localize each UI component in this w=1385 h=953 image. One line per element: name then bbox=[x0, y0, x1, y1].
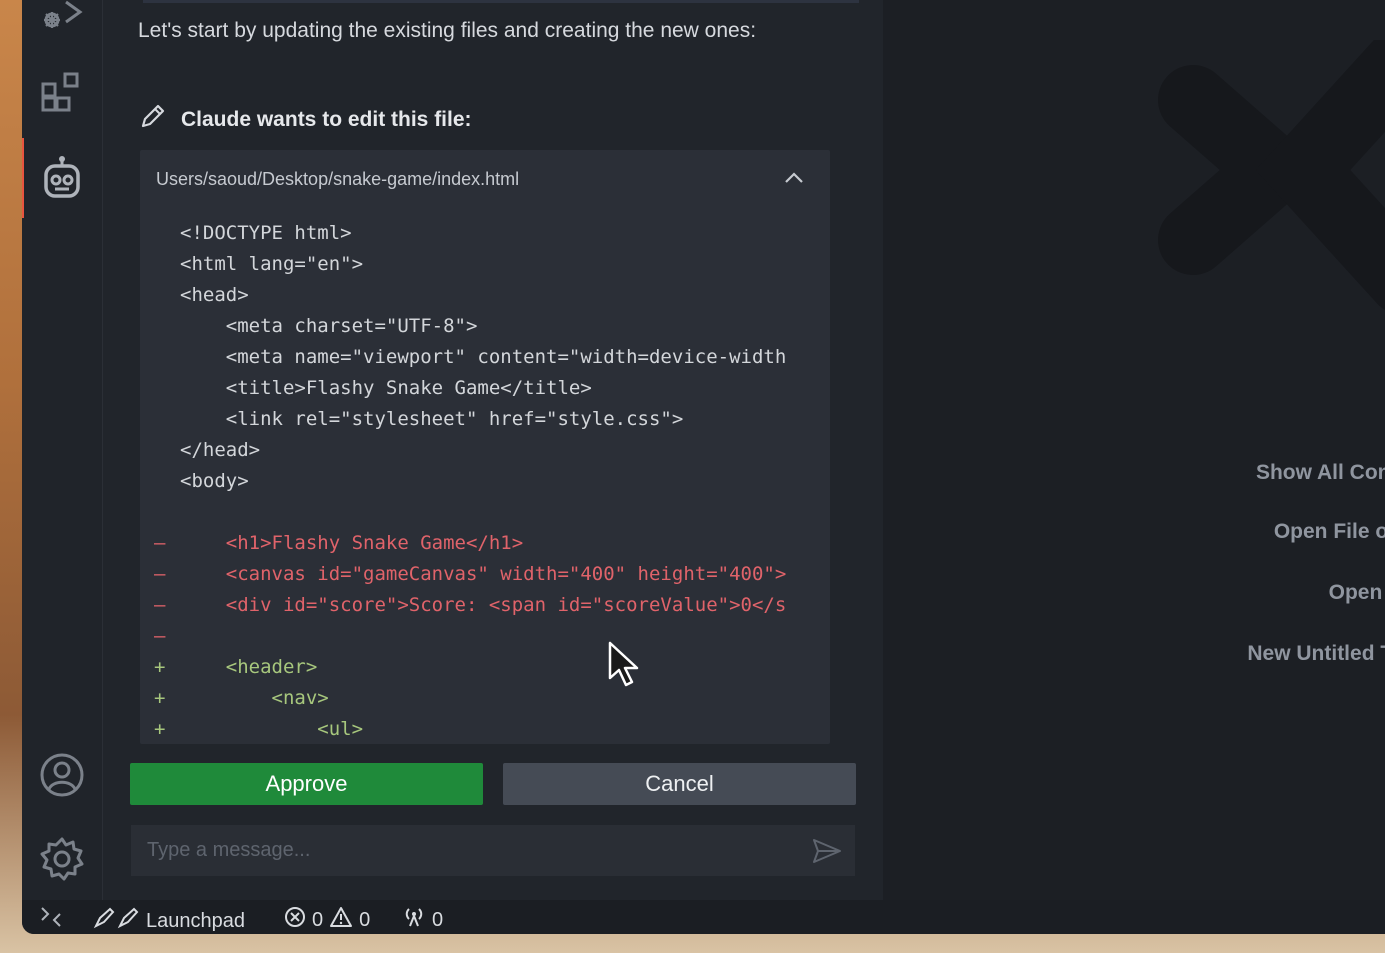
diff-marker: – bbox=[154, 563, 166, 585]
warning-count: 0 bbox=[359, 908, 371, 931]
file-path: Users/saoud/Desktop/snake-game/index.htm… bbox=[156, 169, 520, 189]
collapse-diff-button[interactable] bbox=[780, 166, 808, 190]
vscode-window: Let's start by updating the existing fil… bbox=[22, 0, 1385, 934]
diff-line-text: <meta name="viewport" content="width=dev… bbox=[180, 346, 787, 368]
diff-line-del: – <div id="score">Score: <span id="score… bbox=[140, 590, 830, 621]
diff-line-add: + <nav> bbox=[140, 683, 830, 714]
diff-line-ctx: <!DOCTYPE html> bbox=[140, 218, 830, 249]
diff-line-text: <meta charset="UTF-8"> bbox=[180, 315, 478, 337]
panel-divider bbox=[143, 0, 859, 3]
extensions-icon[interactable] bbox=[22, 70, 102, 116]
remote-icon bbox=[41, 907, 61, 927]
run-debug-icon[interactable] bbox=[22, 0, 102, 34]
diff-line-text: <canvas id="gameCanvas" width="400" heig… bbox=[180, 563, 787, 585]
ports-item[interactable]: 0 bbox=[402, 906, 443, 934]
mouse-cursor-icon bbox=[607, 640, 641, 693]
shortcut-open-file[interactable]: Open File or F bbox=[1274, 520, 1385, 544]
diff-line-text: <nav> bbox=[180, 687, 329, 709]
editor-empty-area: Show All Comm Open File or F Open Re New… bbox=[883, 0, 1385, 900]
send-button[interactable] bbox=[811, 836, 843, 866]
diff-line-ctx: <title>Flashy Snake Game</title> bbox=[140, 373, 830, 404]
diff-viewer[interactable]: Users/saoud/Desktop/snake-game/index.htm… bbox=[140, 150, 830, 744]
diff-line-add: + <ul> bbox=[140, 714, 830, 744]
diff-line-text: <ul> bbox=[180, 718, 364, 740]
pencil-icon bbox=[139, 104, 165, 136]
diff-line-text: <title>Flashy Snake Game</title> bbox=[180, 377, 592, 399]
warning-icon bbox=[329, 906, 353, 934]
diff-line-text: <h1>Flashy Snake Game</h1> bbox=[180, 532, 524, 554]
error-count: 0 bbox=[312, 908, 324, 931]
send-icon bbox=[813, 839, 841, 863]
launchpad-label: Launchpad bbox=[146, 909, 245, 932]
diff-line-text: <html lang="en"> bbox=[180, 253, 364, 275]
diff-line-text: <header> bbox=[180, 656, 318, 678]
assistant-message: Let's start by updating the existing fil… bbox=[138, 19, 757, 42]
chevron-up-icon bbox=[785, 172, 803, 183]
diff-line-ctx: <body> bbox=[140, 466, 830, 497]
diff-marker: – bbox=[154, 532, 166, 554]
diff-marker: + bbox=[154, 718, 166, 740]
ports-count: 0 bbox=[432, 908, 444, 931]
problems-item[interactable]: 0 0 bbox=[284, 906, 370, 934]
activity-bar bbox=[22, 0, 103, 900]
claude-robot-icon[interactable] bbox=[22, 154, 102, 200]
error-icon bbox=[284, 906, 306, 934]
gear-icon[interactable] bbox=[22, 836, 102, 882]
diff-line-ctx: </head> bbox=[140, 435, 830, 466]
rocket-icon bbox=[92, 906, 140, 934]
claude-chat-panel: Let's start by updating the existing fil… bbox=[103, 0, 901, 900]
diff-line-text: <head> bbox=[180, 284, 249, 306]
diff-line-ctx: <head> bbox=[140, 280, 830, 311]
vscode-watermark-icon bbox=[1153, 30, 1385, 325]
diff-marker: – bbox=[154, 594, 166, 616]
approve-button[interactable]: Approve bbox=[130, 763, 483, 805]
diff-line-del: – bbox=[140, 621, 830, 652]
edit-request-title: Claude wants to edit this file: bbox=[181, 108, 472, 131]
diff-line-text: <!DOCTYPE html> bbox=[180, 222, 352, 244]
diff-line-add: + <header> bbox=[140, 652, 830, 683]
diff-line-del: – <h1>Flashy Snake Game</h1> bbox=[140, 528, 830, 559]
broadcast-icon bbox=[402, 906, 426, 934]
message-input[interactable] bbox=[131, 825, 855, 876]
diff-line-ctx bbox=[140, 497, 830, 528]
diff-line-text: <link rel="stylesheet" href="style.css"> bbox=[180, 408, 684, 430]
diff-marker: – bbox=[154, 625, 166, 647]
shortcut-new-untitled-file[interactable]: New Untitled Tex bbox=[1247, 642, 1385, 666]
diff-line-ctx: <meta name="viewport" content="width=dev… bbox=[140, 342, 830, 373]
launchpad-item[interactable]: Launchpad bbox=[92, 906, 245, 934]
shortcut-open-recent[interactable]: Open Re bbox=[1329, 581, 1385, 605]
diff-line-del: – <canvas id="gameCanvas" width="400" he… bbox=[140, 559, 830, 590]
diff-line-text: </head> bbox=[180, 439, 261, 461]
status-bar: Launchpad 0 0 0 bbox=[22, 900, 1385, 934]
diff-line-ctx: <meta charset="UTF-8"> bbox=[140, 311, 830, 342]
remote-indicator[interactable] bbox=[40, 906, 62, 928]
shortcut-show-all-commands[interactable]: Show All Comm bbox=[1256, 461, 1385, 485]
cancel-button[interactable]: Cancel bbox=[503, 763, 856, 805]
account-icon[interactable] bbox=[22, 752, 102, 798]
diff-line-text: <div id="score">Score: <span id="scoreVa… bbox=[180, 594, 787, 616]
diff-marker: + bbox=[154, 687, 166, 709]
diff-line-text: <body> bbox=[180, 470, 249, 492]
diff-line-ctx: <html lang="en"> bbox=[140, 249, 830, 280]
diff-line-ctx: <link rel="stylesheet" href="style.css"> bbox=[140, 404, 830, 435]
diff-marker: + bbox=[154, 656, 166, 678]
diff-lines: <!DOCTYPE html> <html lang="en"> <head> <m… bbox=[140, 218, 830, 744]
edit-request-header: Claude wants to edit this file: bbox=[139, 104, 472, 136]
